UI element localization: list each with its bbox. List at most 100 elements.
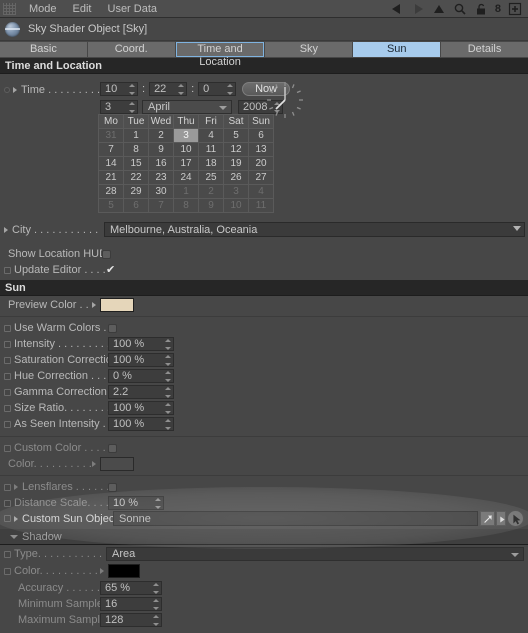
use-warm-colors-checkbox[interactable] — [108, 323, 117, 333]
minute-input[interactable]: 22 — [149, 82, 188, 96]
shadow-sample-input[interactable]: 65 % — [100, 581, 162, 595]
update-editor-checkbox[interactable]: ✔ — [106, 264, 115, 276]
menu-item-mode[interactable]: Mode — [21, 0, 65, 18]
calendar-day[interactable]: 5 — [98, 198, 124, 213]
sun-field-anim-box[interactable] — [4, 372, 11, 380]
shadow-type-anim-box[interactable] — [4, 550, 11, 558]
calendar-day[interactable]: 11 — [248, 198, 274, 213]
month-dropdown[interactable]: April — [142, 100, 232, 114]
sun-field-input[interactable]: 100 % — [108, 417, 174, 431]
calendar-day[interactable]: 18 — [198, 156, 224, 171]
distance-scale-spinner[interactable] — [155, 498, 161, 509]
shadow-sample-spinner[interactable] — [153, 583, 159, 594]
sun-field-input[interactable]: 100 % — [108, 337, 174, 351]
sun-field-anim-box[interactable] — [4, 356, 11, 364]
day-spinner[interactable] — [129, 102, 135, 113]
shadow-sample-spinner[interactable] — [153, 599, 159, 610]
calendar-day[interactable]: 4 — [248, 184, 274, 199]
preview-color-expand-icon[interactable] — [92, 302, 96, 308]
custom-color-checkbox[interactable] — [108, 443, 117, 453]
calendar-day[interactable]: 2 — [198, 184, 224, 199]
custom-color-anim-box[interactable] — [4, 444, 11, 452]
link-menu-button[interactable] — [496, 511, 506, 526]
time-anim-dot[interactable] — [4, 87, 10, 93]
sun-field-spinner[interactable] — [165, 339, 171, 350]
sun-field-anim-box[interactable] — [4, 404, 11, 412]
shadow-color-anim-box[interactable] — [4, 567, 11, 575]
color-expand-icon[interactable] — [92, 461, 96, 467]
tab-basic[interactable]: Basic — [0, 42, 87, 57]
calendar-day[interactable]: 21 — [98, 170, 124, 185]
calendar-day[interactable]: 17 — [173, 156, 199, 171]
color-swatch[interactable] — [100, 457, 134, 471]
show-location-hud-checkbox[interactable] — [102, 249, 111, 259]
shadow-sample-input[interactable]: 128 — [100, 613, 162, 627]
calendar-day[interactable]: 5 — [223, 128, 249, 143]
custom-sun-object-expand-icon[interactable] — [14, 515, 18, 522]
panel-grip-icon[interactable] — [3, 2, 16, 15]
calendar-day[interactable]: 10 — [223, 198, 249, 213]
distance-scale-anim-box[interactable] — [4, 499, 11, 507]
up-arrow-icon[interactable] — [432, 2, 446, 16]
calendar-day[interactable]: 9 — [198, 198, 224, 213]
sun-field-anim-box[interactable] — [4, 340, 11, 348]
calendar-day[interactable]: 6 — [123, 198, 149, 213]
use-warm-colors-anim-box[interactable] — [4, 324, 11, 332]
calendar-day[interactable]: 29 — [123, 184, 149, 199]
calendar-day[interactable]: 8 — [123, 142, 149, 157]
calendar[interactable]: Mo Tue Wed Thu Fri Sat Sun 31 1 2 3 4 5 6 7 8 9 10… — [98, 114, 274, 213]
calendar-day[interactable]: 7 — [148, 198, 174, 213]
second-input[interactable]: 0 — [198, 82, 237, 96]
calendar-day[interactable]: 22 — [123, 170, 149, 185]
shadow-sample-spinner[interactable] — [153, 615, 159, 626]
calendar-day[interactable]: 27 — [248, 170, 274, 185]
shadow-sample-input[interactable]: 16 — [100, 597, 162, 611]
forward-arrow-icon[interactable] — [411, 2, 425, 16]
calendar-day[interactable]: 16 — [148, 156, 174, 171]
pick-object-button[interactable] — [480, 511, 495, 526]
city-input[interactable]: Melbourne, Australia, Oceania — [104, 222, 525, 237]
tab-sky[interactable]: Sky — [265, 42, 353, 57]
minute-spinner[interactable] — [178, 84, 185, 95]
lensflares-checkbox[interactable] — [108, 482, 117, 492]
tab-time-and-location[interactable]: Time and Location — [175, 42, 265, 68]
shadow-color-swatch[interactable] — [108, 564, 140, 578]
day-input[interactable]: 3 — [100, 100, 138, 114]
calendar-day[interactable]: 30 — [148, 184, 174, 199]
sun-field-input[interactable]: 100 % — [108, 401, 174, 415]
calendar-day[interactable]: 4 — [198, 128, 224, 143]
hour-input[interactable]: 10 — [100, 82, 138, 96]
calendar-day[interactable]: 1 — [173, 184, 199, 199]
sun-field-input[interactable]: 0 % — [108, 369, 174, 383]
section-header-shadow[interactable]: Shadow — [0, 529, 528, 545]
calendar-day[interactable]: 15 — [123, 156, 149, 171]
lensflares-expand-icon[interactable] — [14, 484, 18, 490]
update-editor-anim-box[interactable] — [4, 266, 11, 274]
distance-scale-input[interactable]: 10 % — [108, 496, 164, 510]
second-spinner[interactable] — [227, 84, 234, 95]
menu-item-edit[interactable]: Edit — [65, 0, 100, 18]
calendar-day[interactable]: 8 — [173, 198, 199, 213]
calendar-day[interactable]: 13 — [248, 142, 274, 157]
tab-coord[interactable]: Coord. — [87, 42, 175, 57]
calendar-day[interactable]: 11 — [198, 142, 224, 157]
calendar-day[interactable]: 2 — [148, 128, 174, 143]
calendar-day-selected[interactable]: 3 — [173, 128, 199, 143]
calendar-day[interactable]: 26 — [223, 170, 249, 185]
sun-field-spinner[interactable] — [165, 355, 171, 366]
calendar-day[interactable]: 12 — [223, 142, 249, 157]
calendar-day[interactable]: 9 — [148, 142, 174, 157]
shadow-collapse-icon[interactable] — [10, 534, 18, 539]
calendar-day[interactable]: 23 — [148, 170, 174, 185]
section-header-sun[interactable]: Sun — [0, 280, 528, 296]
sun-field-spinner[interactable] — [165, 387, 171, 398]
tab-sun[interactable]: Sun — [353, 42, 441, 57]
shadow-type-dropdown[interactable]: Area — [106, 547, 524, 561]
sun-field-spinner[interactable] — [165, 403, 171, 414]
history-count-icon[interactable]: 8 — [495, 3, 501, 15]
magnifier-icon[interactable] — [453, 2, 467, 16]
city-expand-icon[interactable] — [4, 226, 8, 233]
time-expand-icon[interactable] — [13, 87, 17, 93]
add-panel-icon[interactable] — [508, 2, 522, 16]
calendar-day[interactable]: 3 — [223, 184, 249, 199]
